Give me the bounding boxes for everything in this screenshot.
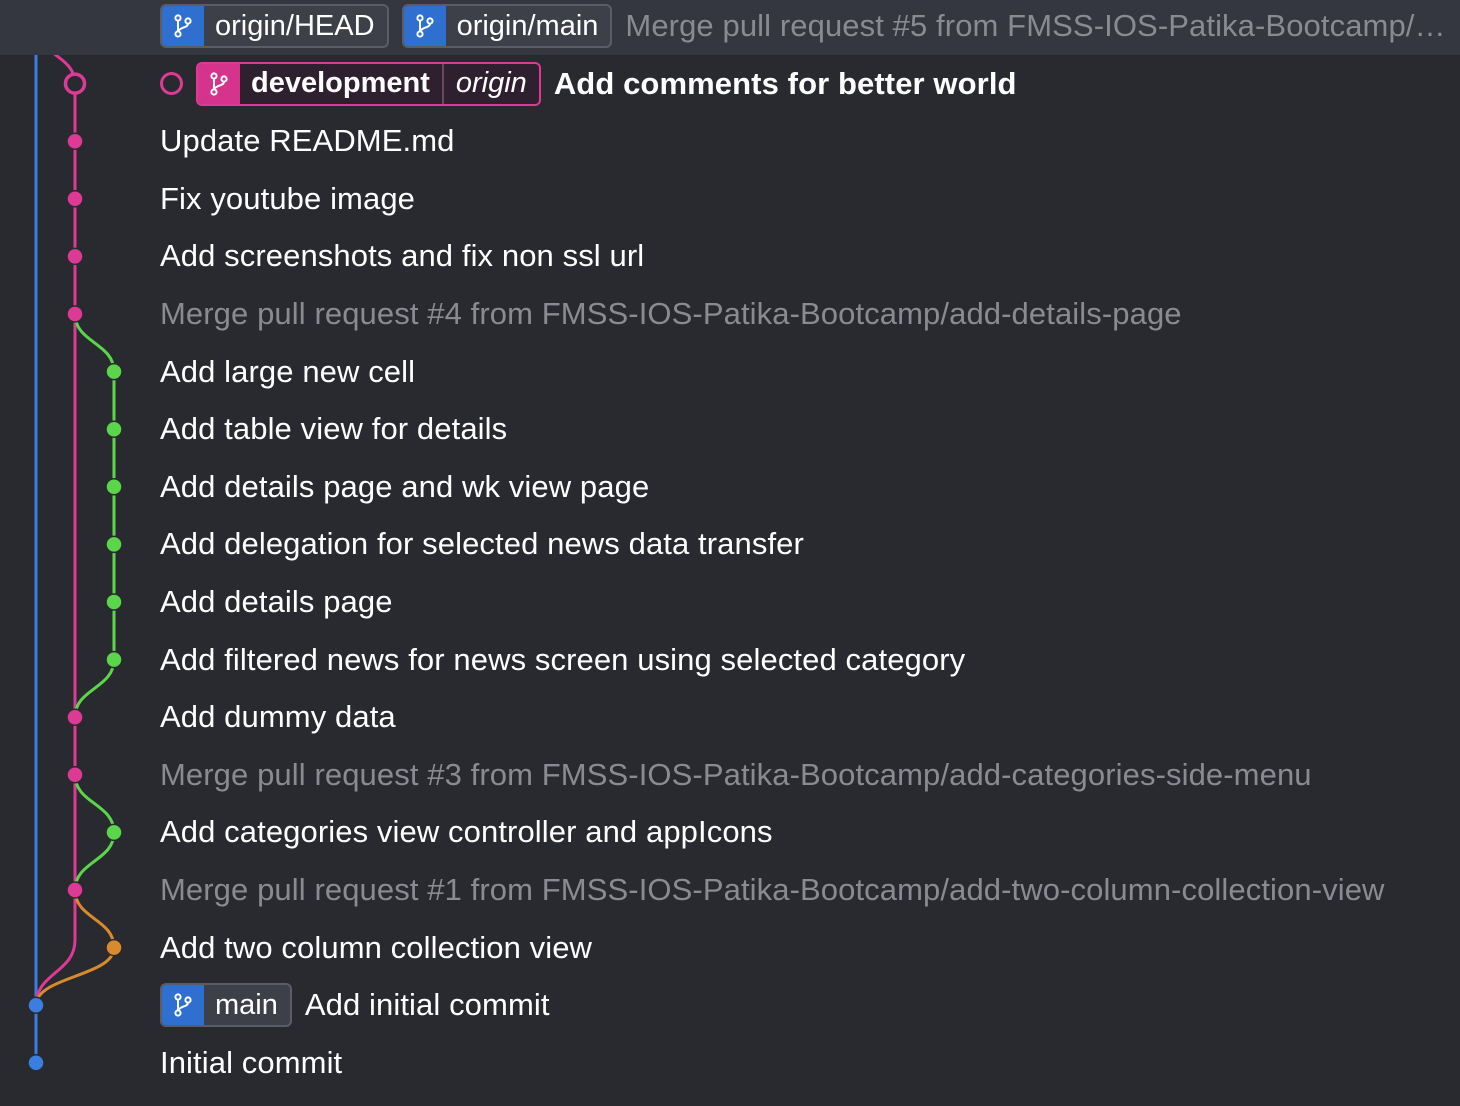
commit-message: Add comments for better world xyxy=(553,65,1017,101)
branch-icon xyxy=(162,6,204,46)
commit-row[interactable]: Initial commit xyxy=(0,1034,1460,1092)
commit-row[interactable]: Add two column collection view xyxy=(0,919,1460,977)
commit-message: Add delegation for selected news data tr… xyxy=(160,526,804,562)
commit-row[interactable]: Update README.md xyxy=(0,112,1460,170)
ref-name: development xyxy=(251,67,430,100)
commit-row[interactable]: Add large new cell xyxy=(0,343,1460,401)
ref-badge-origin-head[interactable]: origin/HEAD xyxy=(160,4,389,48)
commit-message: Fix youtube image xyxy=(160,180,415,216)
commit-message: Add large new cell xyxy=(160,353,416,389)
commit-message: Add categories view controller and appIc… xyxy=(160,814,773,850)
commit-message: Add screenshots and fix non ssl url xyxy=(160,238,645,274)
commit-row[interactable]: Merge pull request #3 from FMSS-IOS-Pati… xyxy=(0,746,1460,804)
commit-message: Initial commit xyxy=(160,1044,343,1080)
commit-row[interactable]: Add delegation for selected news data tr… xyxy=(0,516,1460,574)
ref-badge-main[interactable]: main xyxy=(160,983,292,1028)
commit-row[interactable]: Merge pull request #4 from FMSS-IOS-Pati… xyxy=(0,285,1460,343)
commit-message: Add details page and wk view page xyxy=(160,468,650,504)
ref-badge-development[interactable]: development origin xyxy=(196,61,541,106)
commit-row[interactable]: Add details page and wk view page xyxy=(0,458,1460,516)
commit-row[interactable]: Add filtered news for news screen using … xyxy=(0,631,1460,689)
commit-row[interactable]: Add categories view controller and appIc… xyxy=(0,804,1460,862)
commit-message: Merge pull request #4 from FMSS-IOS-Pati… xyxy=(160,295,1182,331)
commit-row[interactable]: development origin Add comments for bett… xyxy=(0,55,1460,113)
commit-row[interactable]: main Add initial commit xyxy=(0,976,1460,1034)
commit-message: Merge pull request #1 from FMSS-IOS-Pati… xyxy=(160,871,1385,907)
branch-icon xyxy=(162,985,204,1026)
commit-message: Merge pull request #5 from FMSS-IOS-Pati… xyxy=(625,8,1446,43)
commit-row[interactable]: Fix youtube image xyxy=(0,170,1460,228)
commit-message: Update README.md xyxy=(160,123,455,159)
commit-row[interactable]: Merge pull request #1 from FMSS-IOS-Pati… xyxy=(0,861,1460,919)
commit-list: origin/HEAD origin/main Merge pull reque… xyxy=(0,0,1460,1106)
ref-badge-origin-main[interactable]: origin/main xyxy=(401,4,613,48)
commit-row[interactable]: Add details page xyxy=(0,573,1460,631)
commit-message: Add dummy data xyxy=(160,699,396,735)
branch-icon xyxy=(198,63,240,104)
branch-icon xyxy=(403,6,446,46)
commit-row[interactable]: Add dummy data xyxy=(0,688,1460,746)
commit-message: Add filtered news for news screen using … xyxy=(160,641,966,677)
commit-message: Merge pull request #3 from FMSS-IOS-Pati… xyxy=(160,756,1312,792)
commit-row[interactable]: Add screenshots and fix non ssl url xyxy=(0,228,1460,286)
ref-name: origin/main xyxy=(456,9,599,42)
commit-row[interactable]: origin/HEAD origin/main Merge pull reque… xyxy=(0,0,1460,55)
commit-message: Add details page xyxy=(160,583,393,619)
ref-name: main xyxy=(215,988,278,1021)
commit-message: Add table view for details xyxy=(160,411,508,447)
ref-name: origin/HEAD xyxy=(215,9,375,42)
commit-message: Add initial commit xyxy=(304,987,550,1023)
commit-row[interactable]: Add table view for details xyxy=(0,400,1460,458)
commit-message: Add two column collection view xyxy=(160,929,593,965)
ref-remote: origin xyxy=(441,63,539,104)
head-marker-icon xyxy=(160,72,183,96)
